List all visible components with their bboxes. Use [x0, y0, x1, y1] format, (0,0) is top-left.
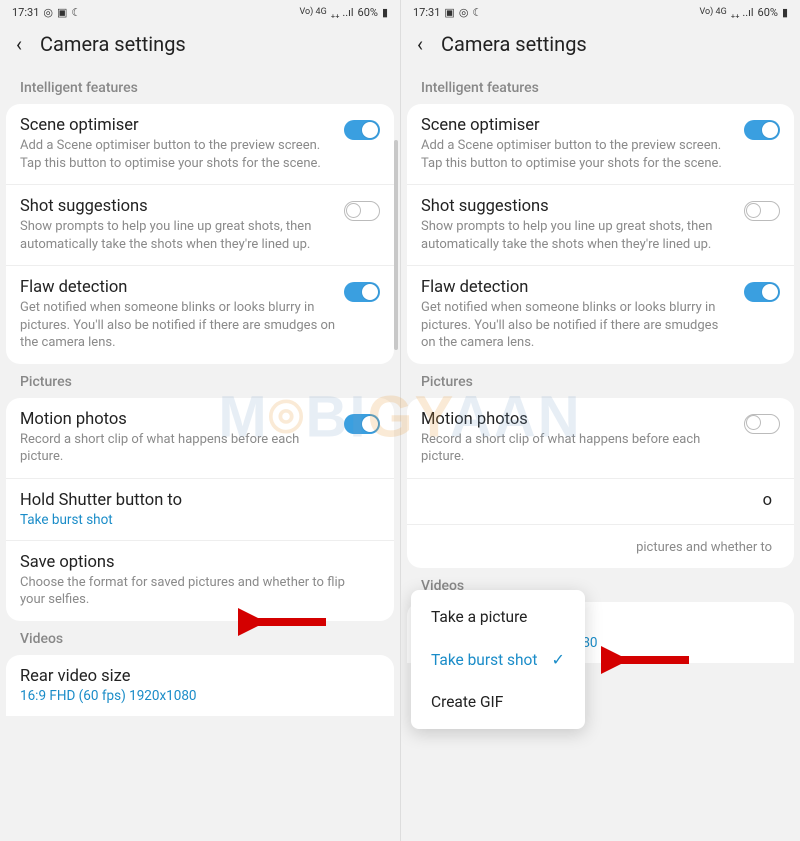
signal-icon: ₊₊ ..ıl — [331, 6, 354, 19]
popup-option-take-picture[interactable]: Take a picture — [411, 596, 585, 638]
item-shot-suggestions[interactable]: Shot suggestions Show prompts to help yo… — [407, 184, 794, 265]
annotation-arrow-right — [601, 646, 691, 674]
item-rear-video[interactable]: Rear video size 16:9 FHD (60 fps) 1920x1… — [6, 655, 394, 716]
check-icon: ✓ — [551, 650, 564, 669]
battery-icon: ▮ — [382, 6, 388, 19]
item-flaw-detection[interactable]: Flaw detection Get notified when someone… — [407, 265, 794, 364]
item-title: Shot suggestions — [421, 197, 736, 216]
status-time: 17:31 — [12, 6, 39, 19]
item-desc: Record a short clip of what happens befo… — [20, 431, 336, 466]
item-title: Motion photos — [20, 410, 336, 429]
toggle-shot-suggestions[interactable] — [344, 201, 380, 221]
toggle-flaw-detection[interactable] — [744, 282, 780, 302]
item-scene-optimiser[interactable]: Scene optimiser Add a Scene optimiser bu… — [407, 104, 794, 184]
card-videos: Rear video size 16:9 FHD (60 fps) 1920x1… — [6, 655, 394, 716]
item-hold-shutter[interactable]: Hold Shutter button to Take burst shot — [6, 478, 394, 540]
item-value: Take burst shot — [20, 512, 372, 528]
toggle-motion-photos[interactable] — [744, 414, 780, 434]
item-desc: Show prompts to help you line up great s… — [20, 218, 336, 253]
phone-right: 17:31 ▣ ◎ ☾ Vo) 4G ₊₊ ..ıl 60% ▮ ‹ Camer… — [400, 0, 800, 841]
item-scene-optimiser[interactable]: Scene optimiser Add a Scene optimiser bu… — [6, 104, 394, 184]
status-time: 17:31 — [413, 6, 440, 19]
network-label: Vo) 4G — [300, 7, 327, 17]
page-title: Camera settings — [441, 32, 587, 56]
picture-icon: ▣ — [444, 6, 454, 19]
battery-label: 60% — [758, 6, 778, 19]
popup-option-label: Take burst shot — [431, 651, 537, 669]
item-motion-photos[interactable]: Motion photos Record a short clip of wha… — [6, 398, 394, 478]
item-desc: pictures and whether to — [421, 539, 772, 557]
item-title: Scene optimiser — [421, 116, 736, 135]
section-pictures: Pictures — [0, 364, 400, 398]
popup-option-label: Create GIF — [431, 693, 503, 711]
item-motion-photos[interactable]: Motion photos Record a short clip of wha… — [407, 398, 794, 478]
item-title: o — [421, 491, 772, 510]
item-desc: Show prompts to help you line up great s… — [421, 218, 736, 253]
back-icon[interactable]: ‹ — [417, 32, 423, 56]
card-pictures: Motion photos Record a short clip of wha… — [6, 398, 394, 621]
popup-option-label: Take a picture — [431, 608, 527, 626]
signal-icon: ₊₊ ..ıl — [731, 6, 754, 19]
item-desc: Choose the format for saved pictures and… — [20, 574, 372, 609]
instagram-icon: ◎ — [43, 6, 53, 19]
toggle-shot-suggestions[interactable] — [744, 201, 780, 221]
hold-shutter-popup: Take a picture Take burst shot ✓ Create … — [411, 590, 585, 729]
moon-icon: ☾ — [71, 6, 81, 19]
instagram-icon: ◎ — [459, 6, 469, 19]
item-title: Rear video size — [20, 667, 372, 686]
page-title: Camera settings — [40, 32, 186, 56]
network-label: Vo) 4G — [700, 7, 727, 17]
item-value: 16:9 FHD (60 fps) 1920x1080 — [20, 688, 372, 704]
section-intelligent: Intelligent features — [0, 70, 400, 104]
item-flaw-detection[interactable]: Flaw detection Get notified when someone… — [6, 265, 394, 364]
section-pictures: Pictures — [401, 364, 800, 398]
app-header: ‹ Camera settings — [0, 22, 400, 70]
item-desc: Get notified when someone blinks or look… — [20, 299, 336, 352]
item-title: Hold Shutter button to — [20, 491, 372, 510]
item-title: Scene optimiser — [20, 116, 336, 135]
card-intelligent: Scene optimiser Add a Scene optimiser bu… — [407, 104, 794, 364]
item-desc: Get notified when someone blinks or look… — [421, 299, 736, 352]
annotation-arrow-left — [238, 608, 328, 636]
item-title: Shot suggestions — [20, 197, 336, 216]
item-title: Motion photos — [421, 410, 736, 429]
back-icon[interactable]: ‹ — [16, 32, 22, 56]
app-header: ‹ Camera settings — [401, 22, 800, 70]
status-bar: 17:31 ◎ ▣ ☾ Vo) 4G ₊₊ ..ıl 60% ▮ — [0, 0, 400, 22]
card-intelligent: Scene optimiser Add a Scene optimiser bu… — [6, 104, 394, 364]
toggle-flaw-detection[interactable] — [344, 282, 380, 302]
item-save-options[interactable]: pictures and whether to — [407, 524, 794, 569]
item-shot-suggestions[interactable]: Shot suggestions Show prompts to help yo… — [6, 184, 394, 265]
status-bar: 17:31 ▣ ◎ ☾ Vo) 4G ₊₊ ..ıl 60% ▮ — [401, 0, 800, 22]
toggle-scene-optimiser[interactable] — [744, 120, 780, 140]
item-desc: Record a short clip of what happens befo… — [421, 431, 736, 466]
item-desc: Add a Scene optimiser button to the prev… — [421, 137, 736, 172]
item-desc: Add a Scene optimiser button to the prev… — [20, 137, 336, 172]
section-videos: Videos — [0, 621, 400, 655]
popup-option-burst-shot[interactable]: Take burst shot ✓ — [411, 638, 585, 681]
card-pictures: Motion photos Record a short clip of wha… — [407, 398, 794, 569]
phone-left: 17:31 ◎ ▣ ☾ Vo) 4G ₊₊ ..ıl 60% ▮ ‹ Camer… — [0, 0, 400, 841]
picture-icon: ▣ — [57, 6, 67, 19]
scrollbar[interactable] — [394, 140, 398, 350]
battery-icon: ▮ — [782, 6, 788, 19]
battery-label: 60% — [358, 6, 378, 19]
item-save-options[interactable]: Save options Choose the format for saved… — [6, 540, 394, 621]
item-title: Flaw detection — [20, 278, 336, 297]
moon-icon: ☾ — [472, 6, 482, 19]
section-intelligent: Intelligent features — [401, 70, 800, 104]
item-title: Flaw detection — [421, 278, 736, 297]
toggle-motion-photos[interactable] — [344, 414, 380, 434]
item-hold-shutter[interactable]: o — [407, 478, 794, 524]
toggle-scene-optimiser[interactable] — [344, 120, 380, 140]
item-title: Save options — [20, 553, 372, 572]
popup-option-create-gif[interactable]: Create GIF — [411, 681, 585, 723]
